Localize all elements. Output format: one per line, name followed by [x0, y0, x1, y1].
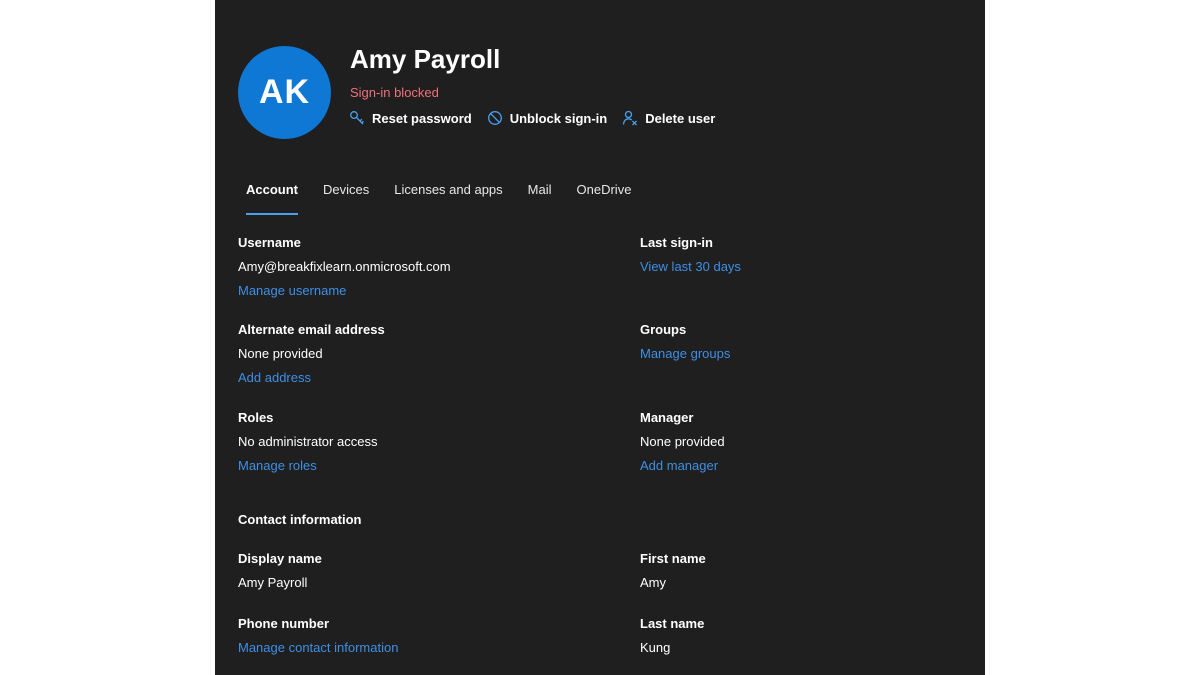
username-field: Username Amy@breakfixlearn.onmicrosoft.c…	[238, 235, 451, 298]
reset-password-button[interactable]: Reset password	[349, 110, 472, 126]
unblock-signin-button[interactable]: Unblock sign-in	[487, 110, 608, 126]
person-remove-icon	[623, 110, 638, 126]
display-name-value: Amy Payroll	[238, 575, 308, 590]
manage-contact-information-link[interactable]: Manage contact information	[238, 640, 398, 655]
tab-account[interactable]: Account	[246, 182, 298, 215]
unblock-signin-label: Unblock sign-in	[509, 110, 608, 126]
roles-label: Roles	[238, 410, 274, 425]
manage-groups-link[interactable]: Manage groups	[640, 346, 730, 361]
block-icon	[487, 111, 502, 125]
display-name-label: Display name	[238, 551, 322, 566]
add-address-link[interactable]: Add address	[238, 370, 385, 385]
first-name-value: Amy	[640, 575, 666, 590]
last-signin-label: Last sign-in	[640, 235, 713, 250]
last-name-label: Last name	[640, 616, 705, 631]
alternate-email-value: None provided	[238, 346, 323, 361]
manage-username-link[interactable]: Manage username	[238, 283, 451, 298]
alternate-email-label: Alternate email address	[238, 322, 385, 337]
last-signin-field: Last sign-in View last 30 days	[640, 235, 741, 274]
username-value: Amy@breakfixlearn.onmicrosoft.com	[238, 259, 451, 274]
tab-mail[interactable]: Mail	[528, 182, 552, 207]
username-label: Username	[238, 235, 301, 250]
view-last-30-days-link[interactable]: View last 30 days	[640, 259, 741, 274]
alternate-email-field: Alternate email address None provided Ad…	[238, 322, 385, 385]
status-text: Sign-in blocked	[350, 85, 439, 100]
roles-field: Roles No administrator access Manage rol…	[238, 410, 377, 473]
page-title: Amy Payroll	[350, 44, 501, 74]
manager-label: Manager	[640, 410, 694, 425]
delete-user-label: Delete user	[645, 110, 716, 126]
groups-field: Groups Manage groups	[640, 322, 730, 361]
groups-label: Groups	[640, 322, 687, 337]
phone-number-label: Phone number	[238, 616, 330, 631]
key-icon	[350, 111, 364, 125]
tab-devices[interactable]: Devices	[323, 182, 369, 207]
last-name-value: Kung	[640, 640, 671, 655]
tab-bar: Account Devices Licenses and apps Mail O…	[246, 182, 656, 215]
user-details-panel: AK Amy Payroll Sign-in blocked Reset pas…	[215, 0, 985, 675]
tab-onedrive[interactable]: OneDrive	[577, 182, 632, 207]
contact-information-heading: Contact information	[238, 512, 362, 527]
phone-number-field: Phone number Manage contact information	[238, 616, 398, 655]
last-name-field: Last name Kung	[640, 616, 704, 664]
avatar: AK	[238, 46, 331, 139]
tab-licenses-and-apps[interactable]: Licenses and apps	[394, 182, 502, 207]
delete-user-button[interactable]: Delete user	[622, 110, 715, 126]
action-bar: Reset password Unblock sign-in Delete us…	[349, 110, 730, 126]
add-manager-link[interactable]: Add manager	[640, 458, 725, 473]
manager-value: None provided	[640, 434, 725, 449]
manage-roles-link[interactable]: Manage roles	[238, 458, 377, 473]
manager-field: Manager None provided Add manager	[640, 410, 725, 473]
reset-password-label: Reset password	[372, 110, 472, 126]
first-name-label: First name	[640, 551, 706, 566]
first-name-field: First name Amy	[640, 551, 706, 599]
display-name-field: Display name Amy Payroll	[238, 551, 322, 599]
roles-value: No administrator access	[238, 434, 378, 449]
